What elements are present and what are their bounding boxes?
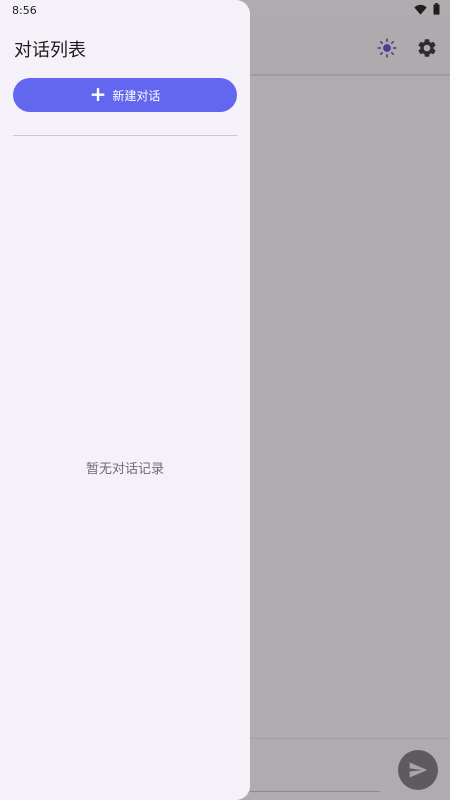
drawer-title: 对话列表 (14, 40, 86, 61)
conversation-drawer: 对话列表 + 新建对话 暂无对话记录 (0, 0, 250, 800)
brightness-icon (377, 38, 397, 58)
plus-icon: + (89, 82, 107, 106)
settings-button[interactable] (413, 34, 441, 62)
new-chat-label: 新建对话 (112, 88, 161, 103)
wifi-icon (414, 4, 427, 15)
new-chat-button[interactable]: + 新建对话 (13, 78, 237, 112)
brightness-toggle-button[interactable] (373, 34, 401, 62)
status-icons (414, 3, 440, 15)
battery-icon (433, 3, 440, 15)
screen: 8:56 对话列表 + 新建对话 暂无对话记录 (0, 0, 450, 800)
message-input[interactable] (250, 745, 380, 792)
status-bar: 8:56 (0, 0, 450, 22)
send-button[interactable] (398, 750, 438, 790)
settings-icon (418, 39, 436, 57)
send-icon (409, 762, 428, 778)
empty-conversations-text: 暂无对话记录 (85, 462, 164, 477)
status-time: 8:56 (12, 4, 37, 17)
drawer-divider (13, 135, 237, 136)
